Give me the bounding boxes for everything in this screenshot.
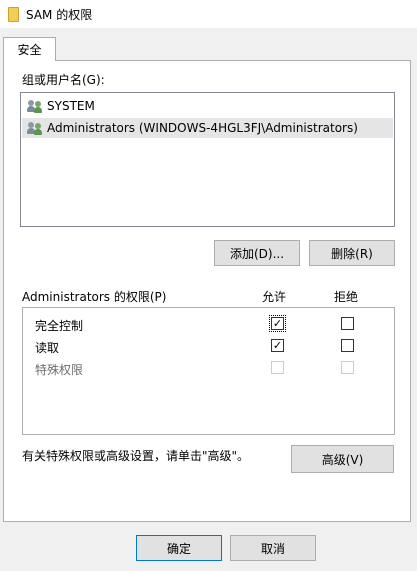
user-name: Administrators (WINDOWS-4HGL3FJ\Administ…: [47, 121, 358, 135]
tab-security-label: 安全: [17, 43, 42, 57]
remove-button[interactable]: 删除(R): [309, 240, 395, 266]
deny-column-header: 拒绝: [334, 290, 359, 304]
list-item-system[interactable]: SYSTEM: [22, 96, 393, 116]
full-control-deny-checkbox[interactable]: [341, 317, 354, 330]
permission-special: 特殊权限: [35, 363, 84, 377]
list-item-administrators[interactable]: Administrators (WINDOWS-4HGL3FJ\Administ…: [22, 118, 393, 138]
users-group-icon: [27, 99, 43, 113]
read-allow-checkbox[interactable]: ✓: [271, 339, 284, 352]
ok-button[interactable]: 确定: [136, 535, 222, 561]
group-list-label: 组或用户名(G):: [22, 73, 105, 87]
read-deny-checkbox[interactable]: [341, 339, 354, 352]
special-allow-checkbox: [271, 361, 284, 374]
permissions-list: 完全控制 ✓ 读取 ✓ 特殊权限: [22, 307, 395, 435]
folder-icon: [8, 6, 19, 22]
title-bar: SAM 的权限: [0, 0, 417, 28]
permission-read: 读取: [35, 341, 60, 355]
full-control-allow-checkbox[interactable]: ✓: [269, 315, 286, 332]
advanced-hint: 有关特殊权限或高级设置，请单击"高级"。: [22, 449, 250, 463]
permissions-header: Administrators 的权限(P): [22, 290, 167, 304]
advanced-button[interactable]: 高级(V): [291, 445, 394, 473]
cancel-button[interactable]: 取消: [230, 535, 316, 561]
window-title: SAM 的权限: [26, 7, 93, 22]
group-user-list[interactable]: SYSTEM Administrators (WINDOWS-4HGL3FJ\A…: [20, 92, 395, 227]
user-name: SYSTEM: [47, 99, 95, 113]
add-button[interactable]: 添加(D)...: [214, 240, 300, 266]
tab-security[interactable]: 安全: [3, 37, 56, 61]
special-deny-checkbox: [341, 361, 354, 374]
users-group-icon: [27, 121, 43, 135]
permission-full-control: 完全控制: [35, 319, 84, 333]
allow-column-header: 允许: [262, 290, 287, 304]
